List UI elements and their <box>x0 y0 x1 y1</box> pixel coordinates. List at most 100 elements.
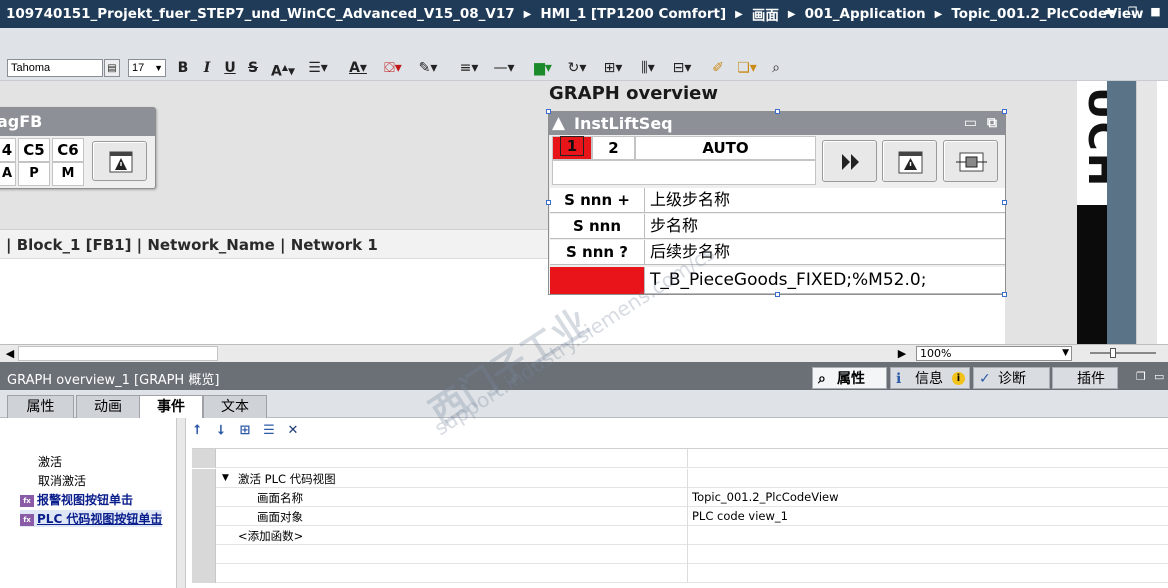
move-down-icon[interactable]: ⭣ <box>212 422 230 440</box>
fb-cell: M <box>52 162 84 186</box>
close-icon[interactable]: ■ <box>1149 5 1162 18</box>
zoom-icon[interactable]: ⌕ <box>767 59 785 77</box>
font-size-increase-icon[interactable]: A▲▾ <box>268 59 298 80</box>
next-step-button[interactable] <box>822 140 877 182</box>
resize-handle[interactable] <box>775 292 780 297</box>
tab-plugins[interactable]: 插件 <box>1052 367 1118 389</box>
font-picker-icon[interactable]: ▤ <box>104 59 120 77</box>
parameter-value[interactable]: PLC code view_1 <box>692 509 788 523</box>
distribute-icon[interactable]: ⫼▾ <box>633 59 663 77</box>
tab-properties[interactable]: ⌕ 属性 <box>812 367 887 389</box>
font-size-select[interactable]: 17 ▼ <box>128 59 166 77</box>
graph-overview-object[interactable]: ▲ InstLiftSeq ▭ ⧉ 1 2 AUTO S nnn + 上级步名称… <box>546 109 1007 297</box>
parameter-value[interactable]: Topic_001.2_PlcCodeView <box>692 490 839 504</box>
plc-code-button[interactable] <box>943 140 998 182</box>
event-item-deactivate[interactable]: 取消激活 <box>38 472 86 489</box>
minimize-icon[interactable]: ▬ <box>1103 5 1116 18</box>
same-size-icon[interactable]: ⊟▾ <box>667 59 697 77</box>
line-width-icon[interactable]: ≡▾ <box>454 59 484 77</box>
alarm-button[interactable] <box>882 140 937 182</box>
underline-icon[interactable]: U <box>223 59 237 77</box>
collapse-pane-icon[interactable]: ▭ <box>1154 370 1164 383</box>
align-text-icon[interactable]: ☰▾ <box>303 59 333 77</box>
fb-cell: C6 <box>52 138 84 162</box>
table-row[interactable]: <添加函数> <box>192 526 1168 545</box>
tab-events[interactable]: 事件 <box>139 395 203 419</box>
breadcrumb-folder[interactable]: 001_Application <box>805 6 926 22</box>
step-number-cell[interactable]: 1 <box>552 136 592 160</box>
zoom-slider-thumb[interactable] <box>1110 348 1116 358</box>
restore-icon[interactable]: ❐ <box>1126 5 1139 18</box>
row-gutter <box>192 488 216 507</box>
resize-handle[interactable] <box>1002 109 1007 114</box>
resize-handle[interactable] <box>1002 200 1007 205</box>
resize-handle[interactable] <box>1002 292 1007 297</box>
delete-icon[interactable]: ✕ <box>284 422 302 440</box>
font-color-icon[interactable]: A▾ <box>343 59 373 77</box>
move-up-icon[interactable]: ⭡ <box>188 422 206 440</box>
tree-icon: ⧉ <box>987 115 997 131</box>
pane-splitter[interactable] <box>176 418 186 588</box>
expand-all-icon[interactable]: ⊞ <box>236 422 254 440</box>
graph-overview-title: GRAPH overview <box>549 83 719 104</box>
layer-icon[interactable]: ❏▾ <box>732 59 762 77</box>
arrange-icon[interactable]: ▆▾ <box>528 59 558 77</box>
list-icon[interactable]: ☰ <box>260 422 278 440</box>
event-item-alarm-view-click[interactable]: fx 报警视图按钮单击 <box>20 491 133 508</box>
italic-icon[interactable]: I <box>200 59 214 77</box>
line-style-icon[interactable]: —▾ <box>489 59 519 77</box>
table-header-row <box>192 449 1168 468</box>
resize-handle[interactable] <box>775 109 780 114</box>
format-painter-icon[interactable]: ✐ <box>709 59 727 77</box>
row-gutter <box>192 507 216 526</box>
tab-properties-sub[interactable]: 属性 <box>7 395 74 418</box>
add-function-item[interactable]: <添加函数> <box>238 528 303 544</box>
fb-block-object[interactable]: agFB 4 C5 C6 A P M <box>0 107 156 189</box>
resize-handle[interactable] <box>546 109 551 114</box>
device-bezel <box>1077 205 1107 344</box>
row-label: S nnn <box>550 214 645 239</box>
strikethrough-icon[interactable]: S <box>246 59 260 77</box>
breadcrumb-project[interactable]: 109740151_Projekt_fuer_STEP7_und_WinCC_A… <box>6 6 515 22</box>
screen-canvas[interactable]: GRAPH overview agFB 4 C5 C6 A P M | Bloc… <box>0 81 1077 344</box>
table-row[interactable]: 画面名称 Topic_001.2_PlcCodeView <box>192 488 1168 507</box>
scroll-right-icon[interactable]: ▶ <box>895 346 909 361</box>
bold-icon[interactable]: B <box>176 59 190 77</box>
tab-animations[interactable]: 动画 <box>76 395 140 418</box>
event-item-plc-code-view-click[interactable]: fx PLC 代码视图按钮单击 <box>20 510 163 527</box>
table-row[interactable]: 画面对象 PLC code view_1 <box>192 507 1168 526</box>
step-number: 1 <box>559 136 585 156</box>
step-info-field <box>552 160 816 185</box>
scroll-thumb[interactable] <box>18 346 218 361</box>
scroll-left-icon[interactable]: ◀ <box>3 346 17 361</box>
align-objects-icon[interactable]: ⊞▾ <box>598 59 628 77</box>
horizontal-scrollbar[interactable]: ◀ ▶ 100% ▼ <box>0 344 1168 362</box>
event-item-activate[interactable]: 激活 <box>38 453 62 470</box>
fill-color-icon[interactable]: ⛋▾ <box>378 59 408 77</box>
tab-label: 诊断 <box>998 371 1026 387</box>
breadcrumb-screens[interactable]: 画面 <box>752 4 779 24</box>
function-list: ▼ 激活 PLC 代码视图 画面名称 Topic_001.2_PlcCodeVi… <box>192 448 1168 588</box>
resize-handle[interactable] <box>546 200 551 205</box>
rotate-icon[interactable]: ↻▾ <box>562 59 592 77</box>
fb-cell: 4 <box>0 138 16 162</box>
font-family-input[interactable]: Tahoma <box>7 59 103 77</box>
zoom-select[interactable]: 100% ▼ <box>916 346 1072 361</box>
table-row[interactable]: ▼ 激活 PLC 代码视图 <box>192 469 1168 488</box>
restore-pane-icon[interactable]: ❐ <box>1136 370 1146 383</box>
tab-info[interactable]: ℹ 信息 i <box>890 367 970 389</box>
tab-diagnostics[interactable]: ✓ 诊断 <box>973 367 1050 389</box>
breadcrumb-device[interactable]: HMI_1 [TP1200 Comfort] <box>540 6 726 22</box>
vertical-scrollbar[interactable] <box>1136 81 1157 344</box>
zoom-slider-track[interactable] <box>1090 352 1156 354</box>
alarm-view-button[interactable] <box>92 141 147 181</box>
row-label: S nnn ? <box>550 240 645 265</box>
info-icon: ℹ <box>896 371 902 387</box>
tab-texts[interactable]: 文本 <box>203 395 267 418</box>
network-path-text: | Block_1 [FB1] | Network_Name | Network… <box>6 236 378 254</box>
table-row <box>192 564 1168 583</box>
collapse-icon[interactable]: ▼ <box>222 473 229 483</box>
line-color-icon[interactable]: ✎▾ <box>413 59 443 77</box>
chevron-down-icon: ▼ <box>1062 348 1069 358</box>
properties-icon: ⌕ <box>818 371 826 387</box>
